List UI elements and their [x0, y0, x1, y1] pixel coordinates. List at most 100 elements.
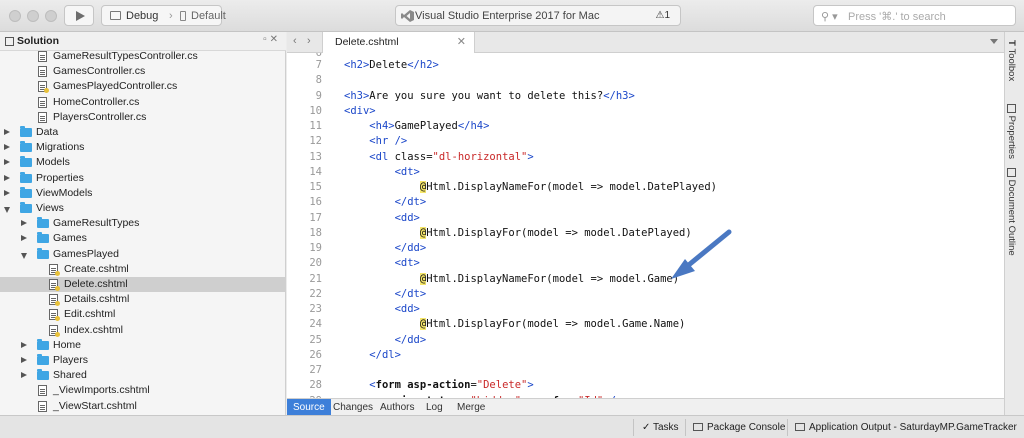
disclosure-expanded-icon[interactable]	[21, 252, 27, 259]
package-console-button[interactable]: Package Console	[693, 422, 785, 433]
divider	[633, 419, 634, 436]
tree-item-label: GameResultTypes	[53, 217, 140, 230]
tree-file[interactable]: PlayersController.cs	[0, 110, 286, 125]
tree-file[interactable]: Index.cshtml	[0, 323, 286, 338]
file-icon	[38, 400, 47, 412]
tree-folder[interactable]: GameResultTypes	[0, 216, 286, 231]
tree-file[interactable]: _ViewImports.cshtml	[0, 383, 286, 398]
tree-file[interactable]: Details.cshtml	[0, 292, 286, 307]
disclosure-collapsed-icon[interactable]	[4, 189, 10, 196]
tab-log[interactable]: Log	[420, 399, 449, 416]
disclosure-collapsed-icon[interactable]	[21, 341, 27, 348]
tree-folder[interactable]: ViewModels	[0, 186, 286, 201]
tree-item-label: PlayersController.cs	[53, 110, 147, 123]
pad-properties-label: Properties	[1006, 115, 1017, 159]
tree-folder[interactable]: GamesPlayed	[0, 247, 286, 262]
application-output-label: Application Output - SaturdayMP.GameTrac…	[809, 422, 1017, 433]
disclosure-collapsed-icon[interactable]	[4, 144, 10, 151]
toolbox-pad-tab[interactable]: T Toolbox	[1006, 40, 1017, 81]
tab-changes[interactable]: Changes	[327, 399, 379, 416]
disclosure-collapsed-icon[interactable]	[21, 357, 27, 363]
checkmark-icon: ✓	[642, 422, 653, 433]
search-field[interactable]: ⚲ ▾ Press '⌘.' to search	[813, 5, 1016, 26]
application-output-button[interactable]: Application Output - SaturdayMP.GameTrac…	[795, 422, 1017, 433]
configuration-selector[interactable]: Debug › Default	[101, 5, 226, 26]
tree-item-label: Details.cshtml	[64, 293, 130, 306]
tree-item-label: Data	[36, 126, 59, 138]
properties-icon	[1006, 104, 1016, 113]
pad-outline-label: Document Outline	[1006, 179, 1017, 256]
status-area[interactable]: Visual Studio Enterprise 2017 for Mac ⚠1	[395, 5, 681, 26]
code-editor[interactable]: 6 7 8 9 10 11 12 13 14 15 16 17 18 19 20 21 22 23 24 25 26 2…	[287, 53, 1004, 398]
editor-view-tabs: Source Changes Authors Log Merge	[287, 398, 1004, 416]
tree-folder[interactable]: Models	[0, 155, 286, 170]
properties-pad-tab[interactable]: Properties	[1006, 104, 1017, 159]
tree-file[interactable]: GamesPlayedController.cs	[0, 79, 286, 94]
configuration-icon	[110, 11, 121, 20]
tree-file[interactable]: Edit.cshtml	[0, 307, 286, 322]
warning-badge[interactable]: ⚠1	[655, 10, 670, 21]
output-icon	[795, 423, 805, 431]
tree-item-label: _ViewStart.cshtml	[53, 399, 137, 412]
tab-list-dropdown-icon[interactable]	[990, 39, 998, 44]
solution-title: Solution	[17, 35, 59, 47]
tree-item-label: GameResultTypesController.cs	[53, 50, 198, 62]
visual-studio-icon	[401, 10, 414, 22]
tree-file[interactable]: HomeController.cs	[0, 95, 286, 110]
tree-folder[interactable]: Properties	[0, 171, 286, 186]
pad-toolbox-label: Toolbox	[1006, 48, 1017, 82]
tab-merge[interactable]: Merge	[451, 399, 491, 416]
file-icon	[38, 385, 47, 397]
close-window-button[interactable]	[9, 10, 21, 22]
disclosure-collapsed-icon[interactable]	[4, 159, 10, 166]
tree-file[interactable]: GamesController.cs	[0, 64, 286, 79]
tree-folder[interactable]: Home	[0, 338, 286, 353]
tree-file[interactable]: _ViewStart.cshtml	[0, 399, 286, 414]
modified-badge-icon	[55, 286, 60, 291]
tab-delete-cshtml[interactable]: Delete.cshtml ✕	[322, 32, 475, 53]
tree-folder[interactable]: Players	[0, 353, 286, 368]
run-button[interactable]	[64, 5, 94, 26]
disclosure-collapsed-icon[interactable]	[21, 220, 27, 227]
tab-source[interactable]: Source	[287, 399, 331, 416]
package-console-label: Package Console	[707, 422, 786, 433]
tasks-pad-button[interactable]: ✓ Tasks	[642, 422, 679, 433]
modified-badge-icon	[55, 301, 60, 307]
disclosure-collapsed-icon[interactable]	[4, 129, 10, 135]
toolbar: Debug › Default Visual Studio Enterprise…	[0, 0, 1024, 32]
minimize-window-button[interactable]	[27, 10, 39, 22]
tree-file[interactable]: GameResultTypesController.cs	[0, 49, 286, 64]
close-tab-icon[interactable]: ✕	[457, 35, 466, 48]
console-icon	[693, 423, 703, 431]
search-icon: ⚲ ▾	[821, 11, 838, 23]
tree-file[interactable]: Delete.cshtml	[0, 277, 286, 293]
modified-badge-icon	[44, 88, 49, 94]
tree-file[interactable]: Create.cshtml	[0, 262, 286, 277]
tree-folder[interactable]: Data	[0, 125, 286, 140]
disclosure-collapsed-icon[interactable]	[21, 235, 27, 242]
folder-icon	[20, 126, 32, 137]
disclosure-collapsed-icon[interactable]	[4, 174, 10, 181]
disclosure-expanded-icon[interactable]	[4, 207, 10, 213]
tree-item-label: Delete.cshtml	[64, 278, 128, 290]
document-outline-pad-tab[interactable]: Document Outline	[1006, 168, 1017, 256]
tree-folder[interactable]: Migrations	[0, 140, 286, 155]
tab-label: Delete.cshtml	[335, 36, 399, 48]
zoom-window-button[interactable]	[45, 10, 57, 22]
warning-count: 1	[664, 10, 670, 21]
folder-icon	[37, 354, 49, 365]
back-icon[interactable]: ‹	[293, 35, 297, 47]
tree-folder[interactable]: Views	[0, 201, 286, 216]
tree-item-label: Home	[53, 338, 82, 351]
disclosure-collapsed-icon[interactable]	[21, 372, 27, 379]
forward-icon[interactable]: ›	[307, 35, 311, 47]
pad-controls[interactable]: ▫✕	[263, 34, 281, 45]
tab-authors[interactable]: Authors	[374, 399, 420, 416]
folder-icon	[20, 202, 32, 213]
search-placeholder: Press '⌘.' to search	[848, 11, 946, 23]
tree-folder[interactable]: Shared	[0, 368, 286, 383]
tree-item-label: GamesController.cs	[53, 65, 146, 78]
tree-folder[interactable]: Games	[0, 231, 286, 246]
right-pad-bar: T Toolbox Properties Document Outline	[1004, 32, 1024, 415]
modified-badge-icon	[55, 316, 60, 322]
